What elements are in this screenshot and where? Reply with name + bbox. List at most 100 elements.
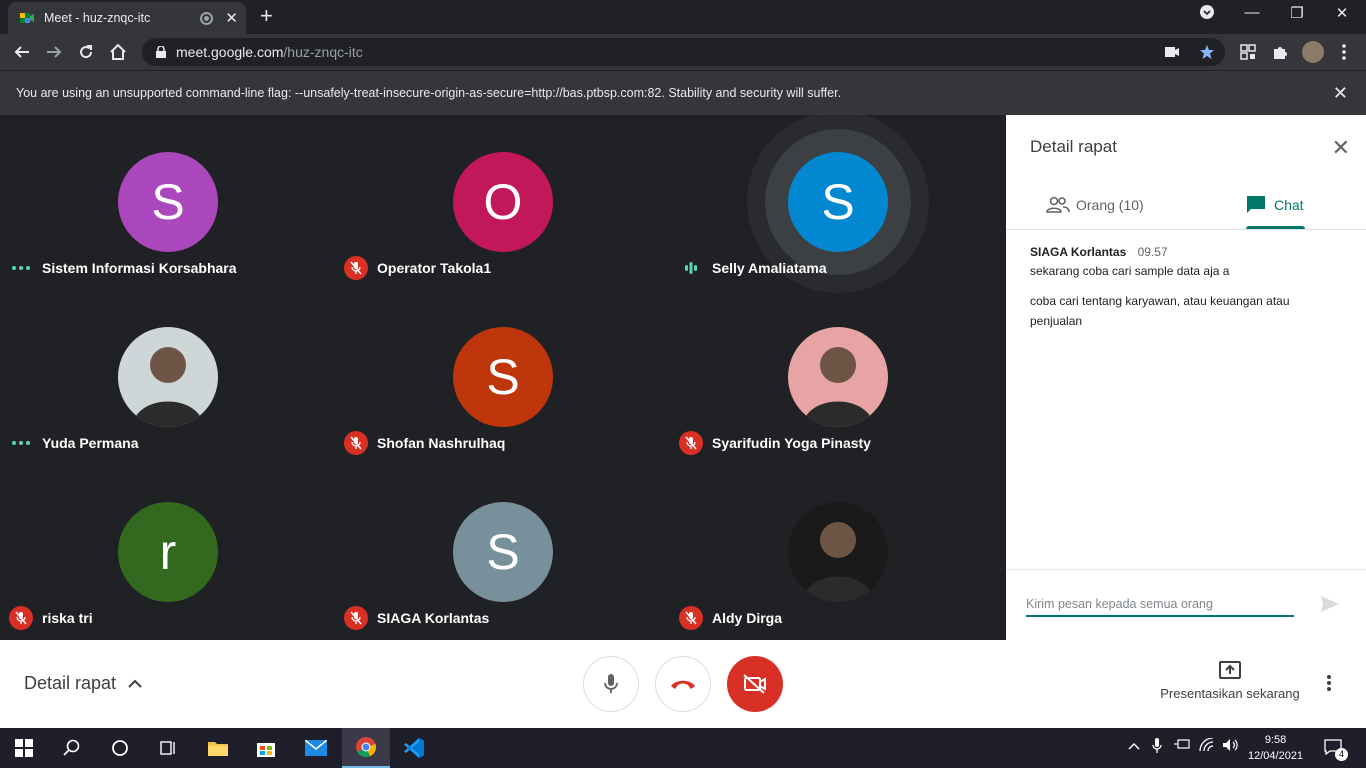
tab-search-icon[interactable] bbox=[1187, 4, 1227, 24]
tray-battery-plug-icon[interactable] bbox=[1174, 738, 1190, 753]
tab-people[interactable]: Orang (10) bbox=[1046, 181, 1144, 229]
participant-tile[interactable]: Aldy Dirga bbox=[670, 465, 1005, 640]
forward-icon[interactable] bbox=[42, 40, 66, 64]
chat-message-input[interactable] bbox=[1026, 593, 1294, 617]
participant-nameplate: SIAGA Korlantas bbox=[343, 605, 489, 631]
participant-tile[interactable]: O Operator Takola1 bbox=[335, 115, 670, 290]
mail-icon[interactable] bbox=[292, 728, 340, 768]
meeting-details-panel: Detail rapat ✕ Orang (10) Chat SIAGA Kor… bbox=[1006, 115, 1366, 640]
leave-call-button[interactable] bbox=[655, 656, 711, 712]
tab-chat[interactable]: Chat bbox=[1246, 181, 1304, 229]
tab-title: Meet - huz-znqc-itc bbox=[44, 11, 151, 25]
people-icon bbox=[1046, 196, 1070, 213]
meeting-details-label: Detail rapat bbox=[24, 673, 117, 693]
microphone-icon bbox=[604, 674, 618, 693]
tab-close-icon[interactable]: ✕ bbox=[225, 9, 238, 27]
participant-initial: S bbox=[486, 524, 520, 580]
camera-in-use-icon[interactable] bbox=[1165, 47, 1179, 57]
participant-name: Aldy Dirga bbox=[712, 610, 783, 626]
new-tab-button[interactable]: + bbox=[260, 5, 273, 27]
participant-nameplate: Yuda Permana bbox=[8, 430, 139, 456]
participant-tile[interactable]: S Sistem Informasi Korsabhara bbox=[0, 115, 335, 290]
start-windows-icon[interactable] bbox=[0, 728, 48, 768]
participant-photo bbox=[788, 327, 888, 427]
camera-off-button[interactable] bbox=[727, 656, 783, 712]
hang-up-icon bbox=[671, 680, 695, 689]
mic-off-icon bbox=[8, 605, 34, 631]
file-explorer-icon[interactable] bbox=[194, 728, 242, 768]
cortana-icon[interactable] bbox=[96, 728, 144, 768]
tab-people-label: Orang (10) bbox=[1076, 197, 1144, 213]
composer-divider bbox=[1006, 569, 1366, 570]
recording-indicator-icon bbox=[200, 11, 214, 25]
meeting-details-button[interactable]: Detail rapat bbox=[24, 673, 142, 694]
participant-tile[interactable]: Yuda Permana bbox=[0, 290, 335, 465]
message-header: SIAGA Korlantas 09.57 bbox=[1030, 245, 1168, 259]
message-time: 09.57 bbox=[1137, 245, 1168, 259]
meet-favicon-icon bbox=[20, 13, 34, 23]
tray-wifi-icon[interactable] bbox=[1199, 737, 1215, 755]
window-close-icon[interactable]: ✕ bbox=[1322, 4, 1362, 22]
extensions-puzzle-icon[interactable] bbox=[1270, 42, 1290, 62]
qr-code-icon[interactable] bbox=[1238, 42, 1258, 62]
participant-tile[interactable]: S SIAGA Korlantas bbox=[335, 465, 670, 640]
vscode-icon[interactable] bbox=[390, 728, 438, 768]
participant-avatar: S bbox=[788, 152, 888, 252]
address-bar[interactable]: meet.google.com/huz-znqc-itc bbox=[142, 38, 1225, 66]
participant-photo bbox=[118, 327, 218, 427]
system-clock[interactable]: 9:58 12/04/2021 bbox=[1248, 732, 1303, 764]
home-icon[interactable] bbox=[106, 40, 130, 64]
mic-off-icon bbox=[343, 605, 369, 631]
infobar-close-icon[interactable]: ✕ bbox=[1333, 83, 1348, 104]
participant-initial: S bbox=[151, 174, 185, 230]
participant-tile[interactable]: S Selly Amaliatama bbox=[670, 115, 1005, 290]
participant-nameplate: Operator Takola1 bbox=[343, 255, 491, 281]
panel-divider bbox=[1006, 229, 1366, 230]
minimize-icon[interactable]: — bbox=[1232, 4, 1272, 21]
browser-menu-icon[interactable] bbox=[1334, 42, 1354, 62]
more-options-icon[interactable] bbox=[1326, 674, 1332, 692]
profile-avatar-icon[interactable] bbox=[1302, 41, 1324, 63]
microphone-button[interactable] bbox=[583, 656, 639, 712]
bookmark-star-icon[interactable] bbox=[1199, 44, 1215, 60]
restore-icon[interactable]: ❐ bbox=[1277, 4, 1317, 22]
url-path: /huz-znqc-itc bbox=[283, 44, 363, 60]
send-icon[interactable] bbox=[1320, 595, 1340, 613]
clock-date: 12/04/2021 bbox=[1248, 750, 1304, 762]
task-view-icon[interactable] bbox=[144, 728, 192, 768]
panel-close-icon[interactable]: ✕ bbox=[1332, 135, 1350, 161]
participant-name: Selly Amaliatama bbox=[712, 260, 827, 276]
windows-taskbar: 9:58 12/04/2021 4 bbox=[0, 728, 1366, 768]
chrome-taskbar-icon[interactable] bbox=[342, 728, 390, 768]
tray-microphone-icon[interactable] bbox=[1152, 738, 1162, 757]
mic-off-icon bbox=[343, 430, 369, 456]
more-dots-icon bbox=[8, 255, 34, 281]
lock-icon bbox=[156, 46, 166, 58]
store-icon[interactable] bbox=[242, 728, 290, 768]
meeting-controls-bar: Detail rapat Presentasikan sekarang bbox=[0, 640, 1366, 728]
participant-grid: S Sistem Informasi Korsabhara O Operator Ta… bbox=[0, 115, 1006, 640]
participant-tile[interactable]: r riska tri bbox=[0, 465, 335, 640]
browser-tab[interactable]: Meet - huz-znqc-itc ✕ bbox=[8, 2, 246, 34]
search-icon[interactable] bbox=[48, 728, 96, 768]
browser-toolbar: meet.google.com/huz-znqc-itc bbox=[0, 34, 1366, 70]
participant-avatar: O bbox=[453, 152, 553, 252]
back-icon[interactable] bbox=[10, 40, 34, 64]
clock-time: 9:58 bbox=[1264, 734, 1287, 746]
participant-tile[interactable]: Syarifudin Yoga Pinasty bbox=[670, 290, 1005, 465]
participant-nameplate: riska tri bbox=[8, 605, 93, 631]
participant-initial: S bbox=[486, 349, 520, 405]
present-now-label: Presentasikan sekarang bbox=[1160, 686, 1300, 701]
present-now-button[interactable]: Presentasikan sekarang bbox=[1158, 660, 1302, 701]
participant-tile[interactable]: S Shofan Nashrulhaq bbox=[335, 290, 670, 465]
participant-name: SIAGA Korlantas bbox=[377, 610, 490, 626]
chat-message: coba cari tentang karyawan, atau keuanga… bbox=[1030, 294, 1290, 328]
mic-off-icon bbox=[678, 605, 704, 631]
reload-icon[interactable] bbox=[74, 40, 98, 64]
tray-chevron-up-icon[interactable] bbox=[1128, 738, 1140, 753]
tray-volume-icon[interactable] bbox=[1222, 738, 1240, 755]
participant-initial: r bbox=[159, 524, 177, 580]
participant-name: Syarifudin Yoga Pinasty bbox=[712, 435, 871, 451]
participant-avatar: S bbox=[453, 502, 553, 602]
chat-icon bbox=[1247, 196, 1265, 213]
